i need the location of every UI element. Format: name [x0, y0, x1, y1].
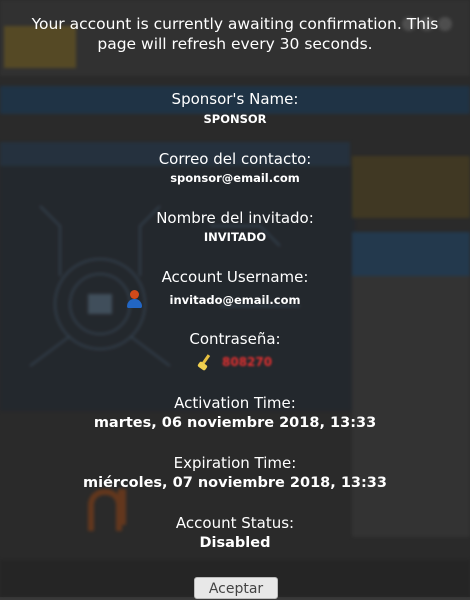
expiration-time-label: Expiration Time: — [173, 454, 297, 472]
account-username-label: Account Username: — [161, 268, 309, 286]
contact-email-label: Correo del contacto: — [158, 150, 312, 168]
accept-button[interactable]: Aceptar — [194, 577, 278, 599]
status-message: Your account is currently awaiting confi… — [31, 15, 439, 53]
password-label: Contraseña: — [189, 330, 281, 348]
password-row: 808270 — [0, 354, 470, 372]
contact-email-value: sponsor@email.com — [170, 171, 300, 185]
account-status-dialog: Your account is currently awaiting confi… — [0, 0, 470, 599]
account-status-label: Account Status: — [175, 514, 295, 532]
account-status-value: Disabled — [199, 535, 271, 551]
guest-name-value: INVITADO — [203, 230, 267, 244]
activation-time-value: martes, 06 noviembre 2018, 13:33 — [93, 415, 377, 431]
account-username-value: invitado@email.com — [169, 293, 301, 307]
activation-time-label: Activation Time: — [174, 394, 296, 412]
expiration-time-value: miércoles, 07 noviembre 2018, 13:33 — [83, 475, 387, 491]
sponsor-name-label: Sponsor's Name: — [171, 90, 299, 108]
guest-name-label: Nombre del invitado: — [156, 209, 314, 227]
password-value: 808270 — [222, 355, 273, 369]
broom-icon — [197, 354, 214, 372]
sponsor-name-value: SPONSOR — [203, 112, 267, 126]
